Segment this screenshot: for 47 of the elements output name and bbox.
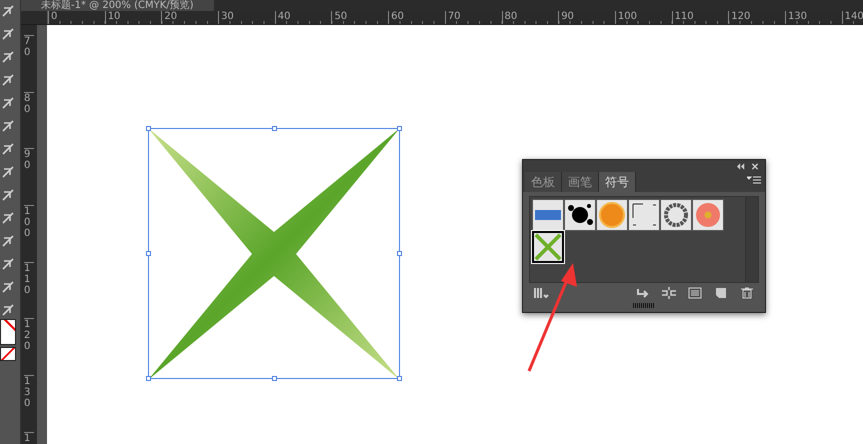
menu-icon[interactable] xyxy=(747,176,761,184)
document-tab[interactable]: 未标题-1* @ 200% (CMYK/预览) xyxy=(21,0,214,11)
ruler-label: 20 xyxy=(161,11,218,24)
library-icon[interactable] xyxy=(533,287,549,299)
panel-tab[interactable]: 画笔 xyxy=(562,172,599,192)
ruler-label: 50 xyxy=(331,11,388,24)
ruler-label: 30 xyxy=(218,11,275,24)
x-star-symbol[interactable] xyxy=(532,231,564,263)
ruler-label: 140 xyxy=(842,11,863,24)
gradient-bar-symbol[interactable] xyxy=(532,199,564,231)
ruler-label: 110 xyxy=(24,262,34,318)
splat-symbol[interactable] xyxy=(564,199,596,231)
list-icon[interactable] xyxy=(687,287,703,299)
ring-symbol[interactable] xyxy=(660,199,692,231)
corner-marks-symbol[interactable] xyxy=(628,199,660,231)
ruler-label: 0 xyxy=(48,11,105,24)
ruler-label: 70 xyxy=(24,35,34,92)
ruler-label: 1 xyxy=(24,432,34,444)
flower-symbol[interactable] xyxy=(692,199,724,231)
ruler-label: 120 xyxy=(24,318,34,376)
close-icon[interactable] xyxy=(751,162,759,170)
ruler-label: 80 xyxy=(502,11,558,24)
trash-icon[interactable] xyxy=(739,287,755,299)
collapse-icon[interactable] xyxy=(737,162,745,170)
fill-swatch[interactable] xyxy=(0,319,16,345)
ruler-label: 40 xyxy=(274,11,332,24)
resize-grip[interactable] xyxy=(633,303,655,308)
ruler-label: 130 xyxy=(784,11,842,24)
new-symbol-icon[interactable] xyxy=(713,287,729,299)
ruler-label: 130 xyxy=(24,375,34,432)
ruler-label: 60 xyxy=(388,11,445,24)
ruler-label: 70 xyxy=(444,11,502,24)
broken-link-icon[interactable] xyxy=(661,287,677,299)
ruler-label: 80 xyxy=(24,92,34,148)
ruler-label: 100 xyxy=(24,205,34,262)
panel-tab[interactable]: 色板 xyxy=(525,172,562,192)
ruler-label: 90 xyxy=(24,148,34,206)
stroke-swatch[interactable] xyxy=(0,347,16,361)
ruler-label: 90 xyxy=(558,11,615,24)
ruler-label: 10 xyxy=(104,11,162,24)
scrollbar[interactable] xyxy=(745,197,758,282)
panel-tab[interactable]: 符号 xyxy=(599,172,636,192)
place-icon[interactable] xyxy=(635,287,651,299)
ruler-label: 110 xyxy=(672,11,728,24)
ruler-label: 120 xyxy=(728,11,785,24)
round-button-symbol[interactable] xyxy=(596,199,628,231)
ruler-label: 100 xyxy=(614,11,672,24)
